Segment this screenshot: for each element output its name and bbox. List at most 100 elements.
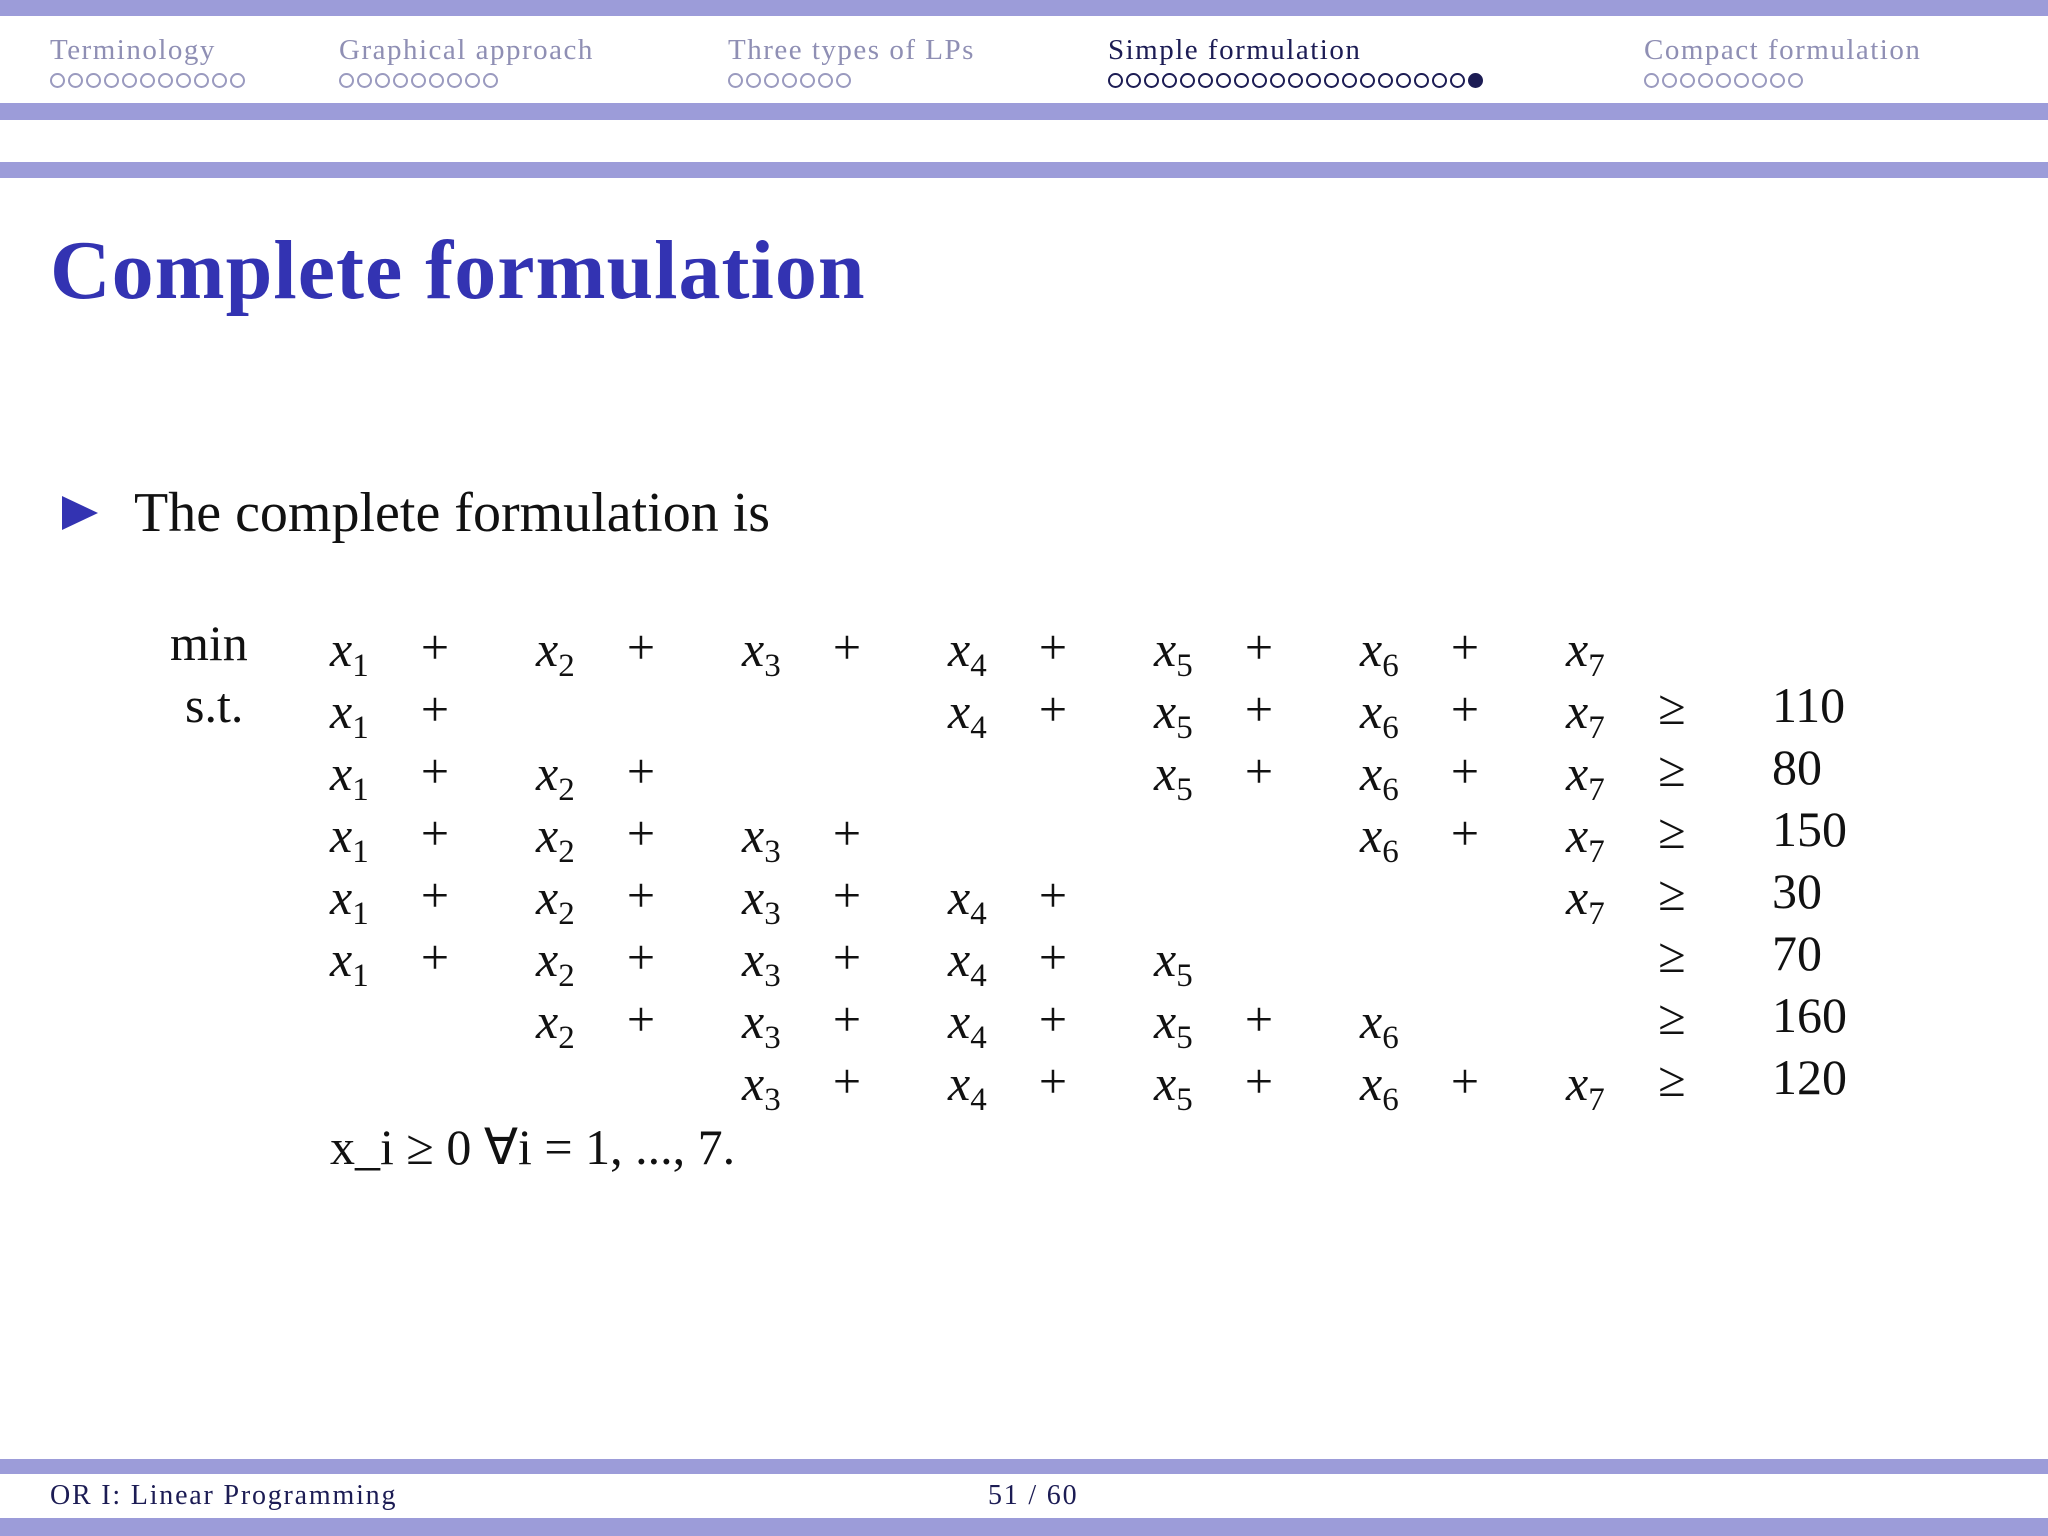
- nav-dot[interactable]: [339, 73, 354, 88]
- nav-section-label[interactable]: Compact formulation: [1644, 34, 1921, 67]
- nav-dot[interactable]: [1662, 73, 1677, 88]
- nav-dot[interactable]: [818, 73, 833, 88]
- variable-x5: x5: [1154, 993, 1193, 1056]
- nav-dot[interactable]: [230, 73, 245, 88]
- top-bar: [0, 0, 2048, 16]
- variable-x6: x6: [1360, 807, 1399, 870]
- plus-operator: +: [832, 991, 862, 1047]
- nav-dot[interactable]: [1396, 73, 1411, 88]
- nav-dot[interactable]: [1324, 73, 1339, 88]
- rhs-value: 160: [1772, 987, 1847, 1043]
- plus-operator: +: [1038, 867, 1068, 923]
- nav-slide-dots: [728, 73, 975, 88]
- nav-dot[interactable]: [50, 73, 65, 88]
- footer-course-title: OR I: Linear Programming: [50, 1480, 398, 1511]
- nav-dot[interactable]: [393, 73, 408, 88]
- nav-dot[interactable]: [1234, 73, 1249, 88]
- relation-symbol: ≥: [1658, 989, 1686, 1045]
- nav-section-2[interactable]: Graphical approach: [339, 34, 594, 88]
- frame-title-bar: [0, 162, 2048, 178]
- nav-dot[interactable]: [746, 73, 761, 88]
- nav-dot[interactable]: [140, 73, 155, 88]
- nav-dot[interactable]: [1788, 73, 1803, 88]
- nav-dot[interactable]: [1198, 73, 1213, 88]
- nav-dot[interactable]: [465, 73, 480, 88]
- nav-dot[interactable]: [1752, 73, 1767, 88]
- nav-dot[interactable]: [1342, 73, 1357, 88]
- relation-symbol: ≥: [1658, 865, 1686, 921]
- nav-dot[interactable]: [1716, 73, 1731, 88]
- variable-x7: x7: [1566, 745, 1605, 808]
- nav-dot[interactable]: [1644, 73, 1659, 88]
- nav-dot[interactable]: [1450, 73, 1465, 88]
- nav-dot[interactable]: [1108, 73, 1123, 88]
- nav-dot[interactable]: [1288, 73, 1303, 88]
- nav-dot[interactable]: [1432, 73, 1447, 88]
- nav-dot[interactable]: [1162, 73, 1177, 88]
- nav-dot[interactable]: [68, 73, 83, 88]
- nav-dot[interactable]: [1180, 73, 1195, 88]
- nav-dot[interactable]: [357, 73, 372, 88]
- nav-dot[interactable]: [1680, 73, 1695, 88]
- nav-dot-current[interactable]: [1468, 73, 1483, 88]
- plus-operator: +: [1450, 619, 1480, 675]
- variable-x7: x7: [1566, 869, 1605, 932]
- nav-dot[interactable]: [429, 73, 444, 88]
- nav-section-label[interactable]: Graphical approach: [339, 34, 594, 67]
- variable-x5: x5: [1154, 1055, 1193, 1118]
- variable-x3: x3: [742, 807, 781, 870]
- variable-x7: x7: [1566, 1055, 1605, 1118]
- slide-title: Complete formulation: [50, 224, 866, 317]
- nav-dot[interactable]: [447, 73, 462, 88]
- nav-dot[interactable]: [86, 73, 101, 88]
- variable-x4: x4: [948, 869, 987, 932]
- nav-section-3[interactable]: Three types of LPs: [728, 34, 975, 88]
- nav-dot[interactable]: [212, 73, 227, 88]
- nav-dot[interactable]: [728, 73, 743, 88]
- nav-section-label[interactable]: Three types of LPs: [728, 34, 975, 67]
- nav-dot[interactable]: [194, 73, 209, 88]
- variable-x2: x2: [536, 807, 575, 870]
- plus-operator: +: [1244, 743, 1274, 799]
- nav-section-label[interactable]: Terminology: [50, 34, 248, 67]
- variable-x6: x6: [1360, 683, 1399, 746]
- variable-x6: x6: [1360, 993, 1399, 1056]
- nav-dot[interactable]: [1414, 73, 1429, 88]
- nav-section-4[interactable]: Simple formulation: [1108, 34, 1486, 88]
- nav-dot[interactable]: [1216, 73, 1231, 88]
- nav-dot[interactable]: [1360, 73, 1375, 88]
- nav-dot[interactable]: [176, 73, 191, 88]
- nav-dot[interactable]: [1270, 73, 1285, 88]
- nav-dot[interactable]: [375, 73, 390, 88]
- nav-dot[interactable]: [764, 73, 779, 88]
- nav-dot[interactable]: [1252, 73, 1267, 88]
- nav-dot[interactable]: [1770, 73, 1785, 88]
- nav-dot[interactable]: [122, 73, 137, 88]
- nav-dot[interactable]: [782, 73, 797, 88]
- nav-dot[interactable]: [1306, 73, 1321, 88]
- plus-operator: +: [1038, 1053, 1068, 1109]
- nav-dot[interactable]: [800, 73, 815, 88]
- plus-operator: +: [1244, 619, 1274, 675]
- nav-dot[interactable]: [1126, 73, 1141, 88]
- plus-operator: +: [832, 1053, 862, 1109]
- rhs-value: 70: [1772, 925, 1822, 981]
- nav-dot[interactable]: [1144, 73, 1159, 88]
- variable-x4: x4: [948, 993, 987, 1056]
- nav-dot[interactable]: [836, 73, 851, 88]
- nav-dot[interactable]: [104, 73, 119, 88]
- nav-dot[interactable]: [483, 73, 498, 88]
- nav-section-5[interactable]: Compact formulation: [1644, 34, 1921, 88]
- rhs-value: 150: [1772, 801, 1847, 857]
- nav-dot[interactable]: [1734, 73, 1749, 88]
- nav-dot[interactable]: [158, 73, 173, 88]
- nav-dot[interactable]: [1378, 73, 1393, 88]
- nav-section-label[interactable]: Simple formulation: [1108, 34, 1486, 67]
- variable-x6: x6: [1360, 745, 1399, 808]
- nav-slide-dots: [50, 73, 248, 88]
- nav-dot[interactable]: [1698, 73, 1713, 88]
- nav-slide-dots: [339, 73, 594, 88]
- nav-section-1[interactable]: Terminology: [50, 34, 248, 88]
- nav-dot[interactable]: [411, 73, 426, 88]
- plus-operator: +: [832, 929, 862, 985]
